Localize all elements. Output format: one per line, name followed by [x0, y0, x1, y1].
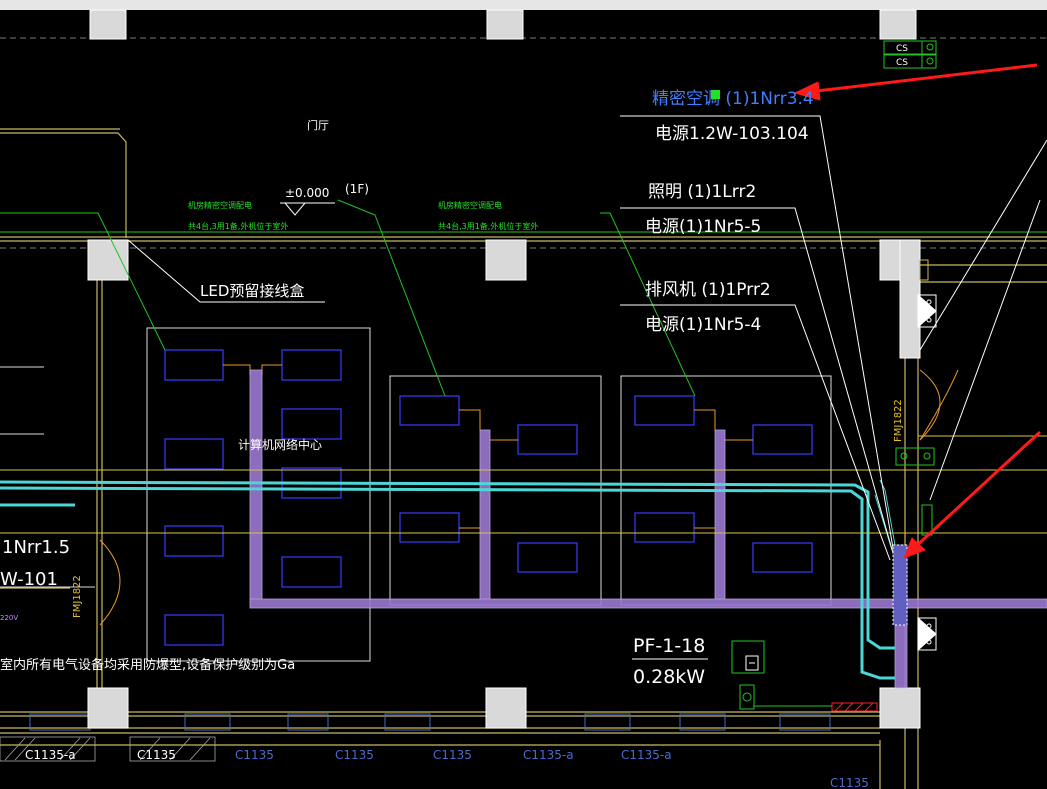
window-c1135a-1: C1135-a	[25, 748, 76, 762]
green-note-1b: 共4台,3用1备,外机位于室外	[188, 221, 288, 231]
room-outlines	[0, 327, 832, 662]
selection-grip[interactable]	[711, 90, 720, 99]
left-circuit-label: 1Nrr1.5	[2, 537, 70, 558]
window-c1135-5: C1135	[830, 776, 869, 789]
cad-drawing-canvas[interactable]: 门厅 ±0.000 (1F) LED预留接线盒 计算机网络中心 精密空调 (1)…	[0, 0, 1047, 789]
level-label: ±0.000	[285, 186, 329, 200]
left-voltage-label: 220V	[0, 614, 18, 622]
window-c1135-3: C1135	[335, 748, 374, 762]
room-name-label: 计算机网络中心	[238, 437, 322, 452]
right-vertical-strip	[919, 259, 929, 281]
led-box-label: LED预留接线盒	[200, 282, 304, 300]
bottom-note-label: 室内所有电气设备均采用防爆型,设备保护级别为Ga	[0, 657, 295, 673]
green-note-1a: 机房精密空调配电	[188, 200, 252, 210]
lighting-label: 照明 (1)1Lrr2	[648, 182, 756, 202]
window-c1135-1: C1135	[137, 748, 176, 762]
window-c1135-4: C1135	[433, 748, 472, 762]
structural-columns	[87, 9, 921, 729]
cs-label-1: CS	[896, 44, 908, 54]
top-canvas-edge	[0, 0, 1047, 10]
doors	[99, 369, 959, 626]
window-c1135a-3: C1135-a	[621, 748, 672, 762]
hall-label: 门厅	[307, 118, 329, 132]
power-5-5-label: 电源(1)1Nr5-5	[645, 217, 761, 237]
green-note-2b: 共4台,3用1备,外机位于室外	[438, 221, 538, 231]
power-main-label: 电源1.2W-103.104	[655, 124, 809, 144]
red-hatch	[831, 702, 878, 712]
level-marker	[280, 202, 335, 216]
window-c1135a-2: C1135-a	[523, 748, 574, 762]
left-power-label: W-101	[0, 569, 58, 590]
cyan-pipes	[0, 480, 895, 680]
door-label-right: FMJ1822	[893, 399, 904, 442]
floor-label: (1F)	[345, 182, 369, 196]
pf-fan-symbol[interactable]	[745, 655, 759, 671]
leader-lines-white	[127, 115, 1047, 660]
precision-ac-label[interactable]: 精密空调 (1)1Nrr3.4	[652, 89, 814, 109]
green-note-2a: 机房精密空调配电	[438, 200, 502, 210]
door-label-left: FMJ1822	[72, 575, 83, 618]
axis-lines	[0, 37, 1047, 534]
cs-label-2: CS	[896, 58, 908, 68]
cs-boxes[interactable]	[883, 40, 937, 69]
pf-id-label: PF-1-18	[633, 635, 705, 657]
window-c1135-2: C1135	[235, 748, 274, 762]
pf-power-label: 0.28kW	[633, 666, 705, 688]
exhaust-fan-label: 排风机 (1)1Prr2	[645, 280, 771, 300]
power-5-4-label: 电源(1)1Nr5-4	[645, 315, 761, 335]
